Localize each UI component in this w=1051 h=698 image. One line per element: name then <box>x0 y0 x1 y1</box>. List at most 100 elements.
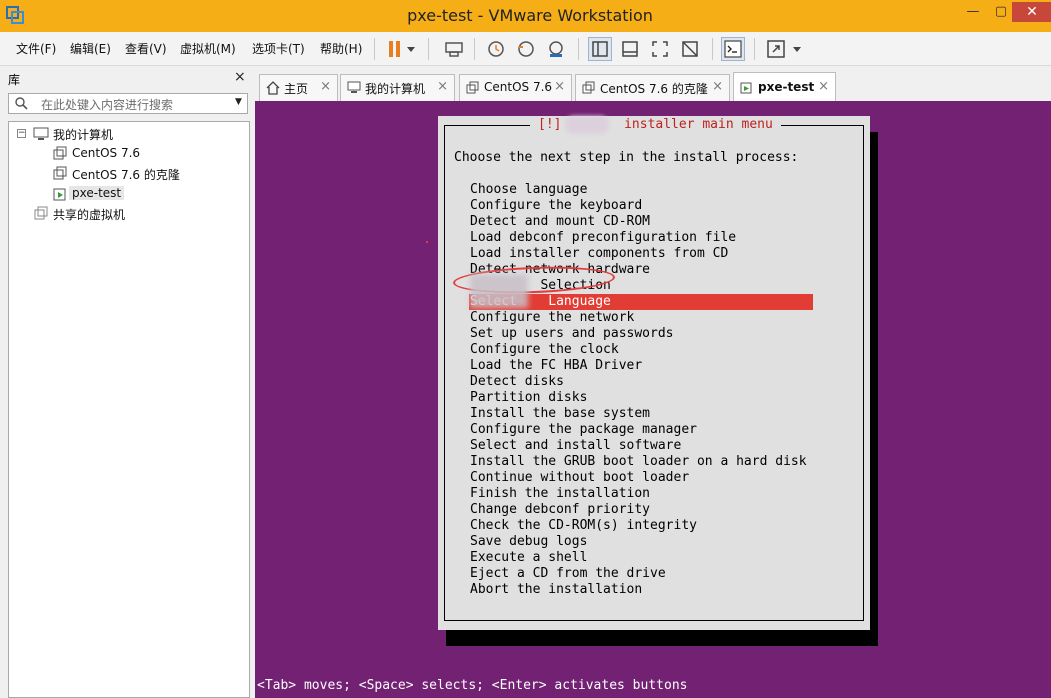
installer-menu-item[interactable]: Install the base system <box>470 406 813 422</box>
toolbar-divider <box>428 38 429 60</box>
vm-clone-icon <box>52 166 68 182</box>
tab-close-icon[interactable]: × <box>437 79 448 94</box>
installer-menu-item[interactable]: Load the FC HBA Driver <box>470 358 813 374</box>
close-button[interactable]: ✕ <box>1012 2 1051 22</box>
tree-item-label: 我的计算机 <box>53 128 114 142</box>
vm-running-icon <box>52 186 68 202</box>
vm-icon <box>466 81 480 95</box>
installer-menu-item[interactable]: Partition disks <box>470 390 813 406</box>
snapshot-manager-icon[interactable] <box>544 37 568 61</box>
menu-view[interactable]: 查看(V) <box>125 40 167 57</box>
vm-clone-icon <box>582 81 596 95</box>
tab-centos[interactable]: CentOS 7.6 × <box>459 74 572 101</box>
tab-label: 我的计算机 <box>365 82 426 96</box>
pause-icon[interactable] <box>382 37 406 61</box>
installer-menu-item[interactable]: Detect and mount CD-ROM <box>470 214 813 230</box>
installer-menu-item[interactable]: Load installer components from CD <box>470 246 813 262</box>
installer-menu-item[interactable]: Detect disks <box>470 374 813 390</box>
tab-label: CentOS 7.6 的克隆 <box>600 82 708 96</box>
tree-collapse-toggle[interactable]: − <box>17 129 26 138</box>
stray-pixel <box>426 241 428 243</box>
snapshot-icon[interactable] <box>484 37 508 61</box>
thumbnail-bar-icon[interactable] <box>618 37 642 61</box>
menu-help[interactable]: 帮助(H) <box>320 40 362 57</box>
tab-close-icon[interactable]: × <box>712 79 723 94</box>
console-icon[interactable] <box>721 37 745 61</box>
dialog-prompt: Choose the next step in the install proc… <box>454 150 799 165</box>
library-close-button[interactable]: × <box>234 69 246 85</box>
shared-vm-icon <box>33 206 49 222</box>
vm-icon <box>52 146 68 162</box>
installer-dialog: [!] installer main menu Choose the next … <box>438 116 870 630</box>
tab-label: pxe-test <box>758 80 815 94</box>
tree-item-label: CentOS 7.6 的克隆 <box>72 168 180 182</box>
window-title: pxe-test - VMware Workstation <box>407 6 653 25</box>
library-tree: − 我的计算机 CentOS 7.6 CentOS 7.6 的克隆 pxe-te… <box>8 121 250 698</box>
toolbar-divider <box>578 38 579 60</box>
vm-running-icon <box>740 81 754 95</box>
dropdown-icon[interactable] <box>790 37 804 61</box>
revert-snapshot-icon[interactable] <box>514 37 538 61</box>
installer-menu-item[interactable]: Configure the keyboard <box>470 198 813 214</box>
library-title: 库 <box>8 73 21 87</box>
tab-pxe-test[interactable]: pxe-test × <box>733 72 836 102</box>
tab-centos-clone[interactable]: CentOS 7.6 的克隆 × <box>575 74 730 101</box>
installer-menu-item[interactable]: Continue without boot loader <box>470 470 813 486</box>
title-bar: pxe-test - VMware Workstation — ▢ ✕ <box>0 0 1051 32</box>
tree-item-label: CentOS 7.6 <box>72 146 141 160</box>
installer-menu-item[interactable]: Save debug logs <box>470 534 813 550</box>
computer-icon <box>33 126 49 142</box>
vm-console[interactable]: [!] installer main menu Choose the next … <box>255 101 1051 698</box>
toolbar-divider <box>712 38 713 60</box>
menu-toolbar: 文件(F) 编辑(E) 查看(V) 虚拟机(M) 选项卡(T) 帮助(H) <box>0 32 1051 66</box>
tab-label: CentOS 7.6 <box>484 80 553 94</box>
installer-menu-item[interactable]: Set up users and passwords <box>470 326 813 342</box>
send-ctrl-alt-del-icon[interactable] <box>442 37 466 61</box>
installer-menu-item[interactable]: Choose language <box>470 182 813 198</box>
search-placeholder: 在此处键入内容进行搜索 <box>41 98 174 112</box>
installer-menu-item[interactable]: Configure the clock <box>470 342 813 358</box>
maximize-button[interactable]: ▢ <box>990 2 1012 22</box>
stretch-icon[interactable] <box>764 37 788 61</box>
menu-edit[interactable]: 编辑(E) <box>70 40 111 57</box>
installer-menu-item[interactable]: Configure the network <box>470 310 813 326</box>
menu-vm[interactable]: 虚拟机(M) <box>180 40 236 57</box>
installer-menu-item[interactable]: Load debconf preconfiguration file <box>470 230 813 246</box>
computer-icon <box>347 81 361 95</box>
dropdown-icon[interactable] <box>404 37 418 61</box>
installer-menu-item[interactable]: Select and install software <box>470 438 813 454</box>
installer-menu-item[interactable]: Abort the installation <box>470 582 813 598</box>
minimize-button[interactable]: — <box>962 2 984 22</box>
fullscreen-icon[interactable] <box>648 37 672 61</box>
tab-my-computer[interactable]: 我的计算机 × <box>340 74 455 101</box>
menu-tabs[interactable]: 选项卡(T) <box>252 40 305 57</box>
installer-menu-item[interactable]: Configure the package manager <box>470 422 813 438</box>
search-icon <box>14 96 28 110</box>
chevron-down-icon[interactable]: ▼ <box>235 97 242 107</box>
installer-menu-item[interactable]: Finish the installation <box>470 486 813 502</box>
blurred-region <box>565 116 609 134</box>
tree-item-label: 共享的虚拟机 <box>53 208 126 222</box>
library-view-icon[interactable] <box>588 37 612 61</box>
unity-icon[interactable] <box>678 37 702 61</box>
library-search-input[interactable]: 在此处键入内容进行搜索 ▼ <box>8 93 248 114</box>
toolbar-divider <box>374 38 375 60</box>
toolbar-divider <box>754 38 755 60</box>
blurred-region <box>470 274 528 308</box>
menu-file[interactable]: 文件(F) <box>16 40 56 57</box>
installer-menu-item[interactable]: Check the CD-ROM(s) integrity <box>470 518 813 534</box>
home-icon <box>266 81 280 95</box>
tab-bar: 主页 × 我的计算机 × CentOS 7.6 × CentOS 7.6 的克隆… <box>255 67 1051 102</box>
tab-close-icon[interactable]: × <box>320 79 331 94</box>
tree-item-label: pxe-test <box>69 186 125 200</box>
tab-close-icon[interactable]: × <box>818 79 829 94</box>
installer-menu-item[interactable]: Execute a shell <box>470 550 813 566</box>
library-header: 库 × <box>0 67 254 91</box>
installer-menu: Choose language Configure the keyboard Det… <box>469 182 813 598</box>
installer-menu-item[interactable]: Eject a CD from the drive <box>470 566 813 582</box>
installer-menu-item[interactable]: Install the GRUB boot loader on a hard d… <box>470 454 813 470</box>
installer-menu-item[interactable]: Change debconf priority <box>470 502 813 518</box>
status-line: <Tab> moves; <Space> selects; <Enter> ac… <box>257 678 688 693</box>
tab-close-icon[interactable]: × <box>554 79 565 94</box>
tab-home[interactable]: 主页 × <box>259 74 338 101</box>
